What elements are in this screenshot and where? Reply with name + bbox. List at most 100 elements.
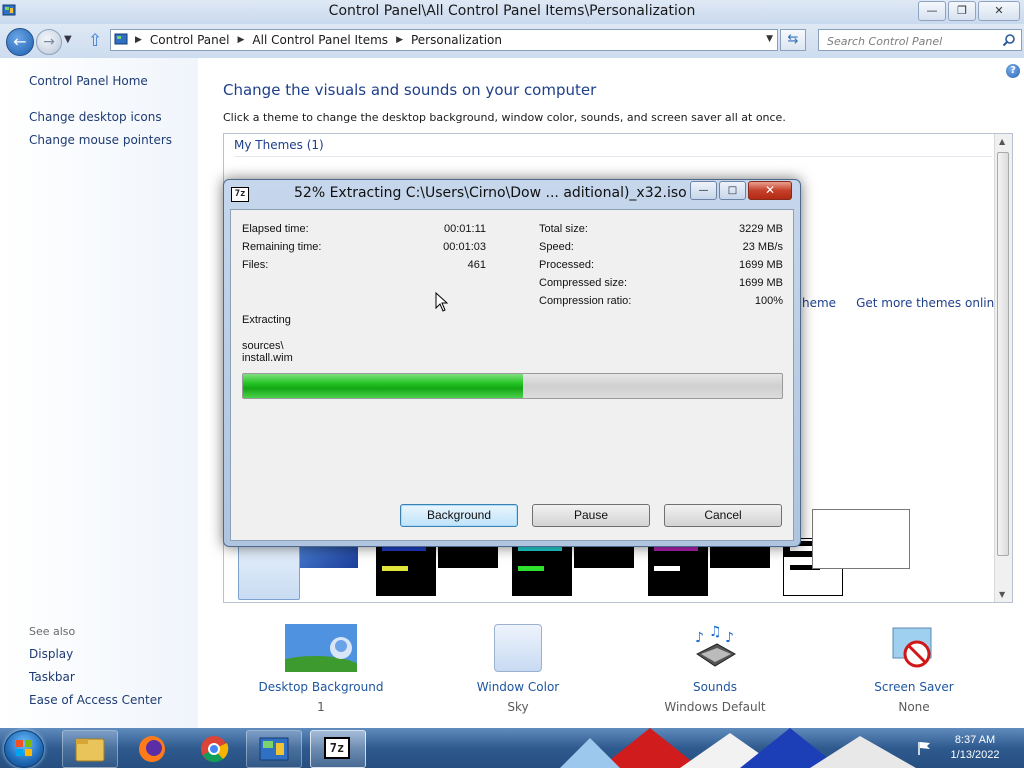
breadcrumb-all-items[interactable]: All Control Panel Items [252, 33, 388, 47]
dialog-close-button[interactable]: ✕ [748, 181, 792, 200]
back-arrow-icon[interactable]: ← [6, 28, 34, 56]
taskbar-app-7zip[interactable]: 7z [310, 730, 366, 768]
desktop-background-label[interactable]: Desktop Background [241, 680, 401, 694]
breadcrumb: ▶ Control Panel ▶ All Control Panel Item… [135, 33, 502, 47]
sidebar-link-display[interactable]: Display [29, 647, 73, 661]
svg-text:♪: ♪ [695, 630, 704, 646]
extracting-label: Extracting [242, 314, 291, 326]
sidebar-home-link[interactable]: Control Panel Home [29, 74, 148, 88]
files-value: 461 [467, 259, 486, 271]
current-file-path: sources\ install.wim [242, 340, 293, 364]
get-more-themes-link[interactable]: Get more themes online [856, 296, 1002, 310]
sounds-icon: ♪ ♫ ♪ [695, 624, 736, 667]
theme-tile-selected[interactable] [238, 538, 300, 600]
page-title: Change the visuals and sounds on your co… [223, 81, 597, 99]
sounds-label[interactable]: Sounds [635, 680, 795, 694]
sidebar-link-taskbar[interactable]: Taskbar [29, 670, 75, 684]
theme-tiles [238, 509, 938, 600]
speed-value: 23 MB/s [742, 241, 783, 253]
themes-scrollbar[interactable]: ▲ ▼ [994, 134, 1012, 602]
close-button[interactable]: ✕ [978, 1, 1020, 21]
screen-saver-icon [892, 627, 932, 668]
address-dropdown-icon[interactable]: ▼ [766, 34, 773, 44]
dialog-maximize-button[interactable]: □ [719, 181, 746, 200]
see-also-heading: See also [29, 625, 76, 638]
refresh-button[interactable]: ⇆ [780, 29, 806, 51]
taskbar-app-chrome[interactable] [186, 730, 242, 768]
pause-button[interactable]: Pause [532, 504, 650, 527]
desktop-background-thumbnail-icon [285, 624, 357, 672]
svg-text:♫: ♫ [709, 624, 722, 640]
dialog-body: Elapsed time: 00:01:11 Remaining time: 0… [230, 209, 794, 541]
address-bar[interactable]: ▶ Control Panel ▶ All Control Panel Item… [110, 29, 778, 51]
total-size-label: Total size: [539, 223, 588, 235]
breadcrumb-control-panel[interactable]: Control Panel [150, 33, 230, 47]
scroll-up-icon[interactable]: ▲ [999, 137, 1005, 146]
start-button[interactable] [4, 730, 44, 768]
forward-arrow-icon[interactable]: → [36, 29, 62, 55]
taskbar-app-control-panel[interactable] [246, 730, 302, 768]
control-panel-icon [114, 33, 128, 45]
scrollbar-thumb[interactable] [997, 152, 1009, 556]
search-icon[interactable] [1002, 33, 1016, 47]
7zip-icon: 7z [231, 187, 249, 202]
minimize-button[interactable]: — [918, 1, 946, 21]
my-themes-group-label[interactable]: My Themes (1) [234, 138, 324, 152]
chevron-right-icon[interactable]: ▶ [135, 35, 142, 45]
window-titlebar[interactable]: Control Panel\All Control Panel Items\Pe… [0, 0, 1024, 24]
up-arrow-icon[interactable]: ⇧ [88, 31, 102, 51]
window-color-label[interactable]: Window Color [438, 680, 598, 694]
sidebar: Control Panel Home Change desktop icons … [0, 58, 198, 728]
save-theme-link[interactable]: heme [802, 296, 836, 310]
windows-logo-icon [16, 740, 32, 756]
sidebar-link-mouse-pointers[interactable]: Change mouse pointers [29, 133, 172, 147]
screen-saver-value: None [898, 700, 930, 714]
chevron-right-icon[interactable]: ▶ [238, 35, 245, 45]
taskbar-app-firefox[interactable] [124, 730, 180, 768]
compressed-size-value: 1699 MB [738, 277, 783, 289]
cancel-button[interactable]: Cancel [664, 504, 782, 527]
chevron-right-icon[interactable]: ▶ [396, 35, 403, 45]
window-color-value: Sky [507, 700, 529, 714]
recent-pages-dropdown-icon[interactable]: ▼ [64, 34, 72, 45]
breadcrumb-personalization[interactable]: Personalization [411, 33, 502, 47]
folder-icon [75, 738, 105, 762]
wallpaper-peek [560, 728, 916, 768]
system-clock[interactable]: 8:37 AM 1/13/2022 [940, 733, 1010, 763]
extraction-dialog[interactable]: 7z 52% Extracting C:\Users\Cirno\Dow ...… [223, 179, 801, 547]
search-input[interactable] [825, 32, 999, 50]
sidebar-link-ease-of-access[interactable]: Ease of Access Center [29, 693, 162, 707]
search-box [818, 29, 1022, 51]
help-icon[interactable]: ? [1006, 64, 1020, 78]
window-title: Control Panel\All Control Panel Items\Pe… [328, 3, 696, 19]
dialog-minimize-button[interactable]: — [690, 181, 717, 200]
group-divider [234, 156, 992, 157]
speed-label: Speed: [539, 241, 574, 253]
progress-fill [243, 374, 524, 398]
current-folder: sources\ [242, 340, 284, 352]
extraction-progress-bar [242, 373, 783, 399]
total-size-value: 3229 MB [738, 223, 783, 235]
control-panel-icon [259, 737, 289, 761]
elapsed-time-value: 00:01:11 [443, 223, 486, 235]
remaining-time-value: 00:01:03 [443, 241, 486, 253]
taskbar-app-explorer[interactable] [62, 730, 118, 768]
background-button[interactable]: Background [400, 504, 518, 527]
screen-saver-label[interactable]: Screen Saver [834, 680, 994, 694]
clock-date: 1/13/2022 [950, 749, 1000, 761]
scroll-down-icon[interactable]: ▼ [999, 590, 1005, 599]
mouse-pointer-icon [435, 292, 449, 312]
taskbar: 7z 8:37 AM 1/13/2022 [0, 728, 1024, 768]
theme-tile[interactable] [812, 509, 910, 569]
action-center-flag-icon[interactable] [916, 740, 932, 756]
current-file: install.wim [242, 352, 293, 364]
remaining-time-label: Remaining time: [242, 241, 322, 253]
files-label: Files: [242, 259, 269, 271]
processed-value: 1699 MB [738, 259, 783, 271]
svg-text:♪: ♪ [725, 630, 734, 646]
elapsed-time-label: Elapsed time: [242, 223, 309, 235]
sidebar-link-desktop-icons[interactable]: Change desktop icons [29, 110, 162, 124]
window-color-swatch-icon [494, 624, 542, 672]
maximize-button[interactable]: ❐ [948, 1, 976, 21]
7zip-icon: 7z [324, 737, 350, 759]
